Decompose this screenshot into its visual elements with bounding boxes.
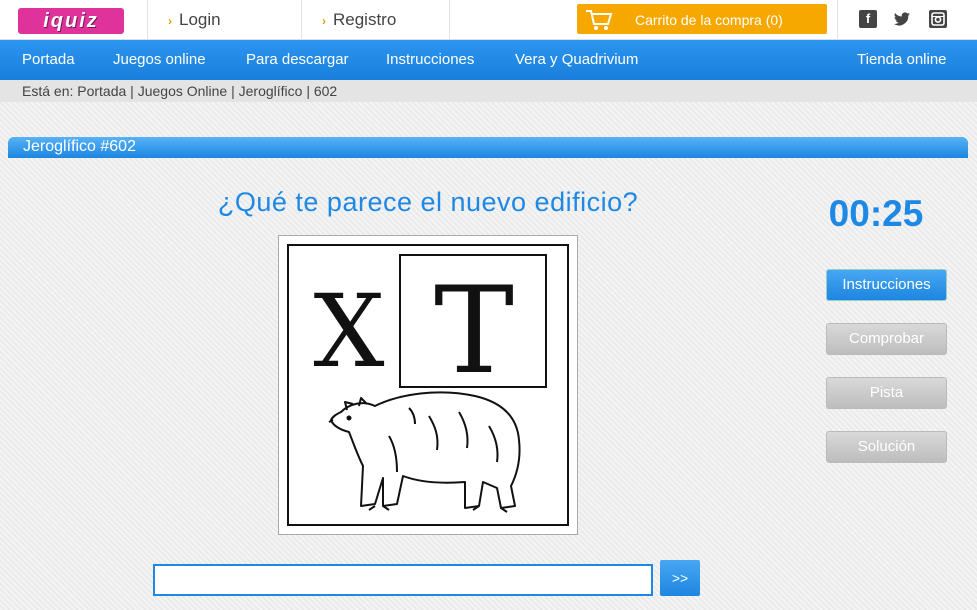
cart-label: Carrito de la compra (0) xyxy=(635,12,783,28)
glyph-x: X xyxy=(313,273,384,390)
puzzle-question: ¿Qué te parece el nuevo edificio? xyxy=(217,187,639,217)
submit-button[interactable]: >> xyxy=(660,560,700,596)
facebook-icon[interactable]: f xyxy=(859,10,877,28)
registro-link[interactable]: › Registro xyxy=(302,0,450,40)
puzzle-image: X T xyxy=(278,235,578,535)
bear-icon xyxy=(328,391,521,513)
logo[interactable]: iquiz xyxy=(18,8,124,34)
pista-button[interactable]: Pista xyxy=(826,377,947,409)
timer: 00:25 xyxy=(828,193,924,234)
registro-label: Registro xyxy=(333,10,397,29)
top-bar: iquiz › Login › Registro Carrito de la com… xyxy=(0,0,977,40)
cart-button[interactable]: Carrito de la compra (0) xyxy=(577,4,827,34)
logo-area[interactable]: iquiz xyxy=(0,0,148,40)
chevron-right-icon: › xyxy=(168,14,172,28)
comprobar-button[interactable]: Comprobar xyxy=(826,323,947,355)
section-title: Jeroglífico #602 xyxy=(8,137,968,158)
login-link[interactable]: › Login xyxy=(148,0,302,40)
nav-instrucciones[interactable]: Instrucciones xyxy=(386,40,474,80)
login-label: Login xyxy=(179,10,221,29)
instrucciones-button[interactable]: Instrucciones xyxy=(826,269,947,301)
solucion-button[interactable]: Solución xyxy=(826,431,947,463)
main-nav: Portada Juegos online Para descargar Ins… xyxy=(0,40,977,80)
nav-portada[interactable]: Portada xyxy=(22,40,75,80)
instagram-icon[interactable] xyxy=(929,10,947,28)
nav-tienda-online[interactable]: Tienda online xyxy=(857,40,947,80)
social-links: f xyxy=(837,0,977,40)
nav-para-descargar[interactable]: Para descargar xyxy=(246,40,349,80)
cart-icon xyxy=(586,10,613,30)
twitter-icon[interactable] xyxy=(893,10,911,28)
breadcrumb: Está en: Portada | Juegos Online | Jerog… xyxy=(0,80,977,102)
answer-input[interactable] xyxy=(153,564,653,596)
nav-vera-quadrivium[interactable]: Vera y Quadrivium xyxy=(515,40,638,80)
nav-juegos-online[interactable]: Juegos online xyxy=(113,40,206,80)
hieroglyph-drawing: X T xyxy=(287,244,569,526)
chevron-right-icon: › xyxy=(322,14,326,28)
glyph-t: T xyxy=(434,262,514,401)
